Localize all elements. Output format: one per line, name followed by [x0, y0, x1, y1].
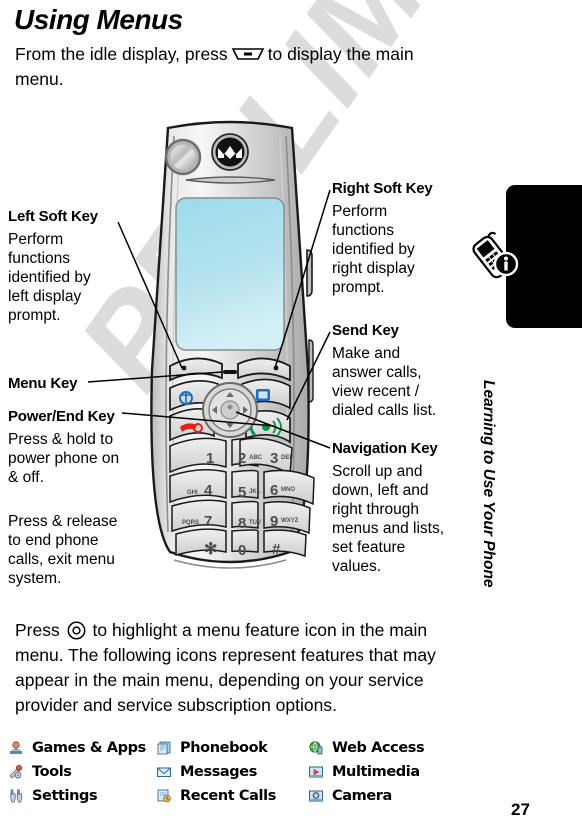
- menu-icon-messages[interactable]: Messages: [156, 760, 308, 784]
- menu-icon-label: Tools: [32, 764, 72, 780]
- callout-heading-menu-key: Menu Key: [8, 375, 78, 392]
- menu-icon-settings[interactable]: Settings: [8, 784, 156, 808]
- games-and-apps-icon: [8, 740, 24, 756]
- callout-body-right-soft-key: Perform functions identified by right di…: [332, 203, 415, 296]
- section-title: Learning to Use Your Phone: [480, 380, 497, 588]
- menu-icon-label: Settings: [32, 788, 98, 804]
- menu-icon-label: Games & Apps: [32, 740, 146, 756]
- callout-body-power-end-key-1: Press & hold to power phone on & off.: [8, 431, 120, 486]
- callout-heading-send-key: Send Key: [332, 322, 399, 339]
- menu-icon-web-access[interactable]: Web Access: [308, 736, 468, 760]
- phone-info-icon: [470, 228, 526, 284]
- intro-text-before: From the idle display, press: [15, 44, 228, 64]
- tools-icon: [8, 764, 24, 780]
- callout-heading-right-soft-key: Right Soft Key: [332, 180, 433, 197]
- menu-icon-games-and-apps[interactable]: Games & Apps: [8, 736, 156, 760]
- callout-body-power-end-key-2: Press & release to end phone calls, exit…: [8, 513, 118, 587]
- menu-icon-tools[interactable]: Tools: [8, 760, 156, 784]
- recent-calls-icon: [156, 788, 172, 804]
- menu-icon-label: Web Access: [332, 740, 425, 756]
- phonebook-icon: [156, 740, 172, 756]
- callout-body-navigation-key: Scroll up and down, left and right throu…: [332, 463, 444, 575]
- press-text-before: Press: [15, 620, 60, 640]
- menu-icon-label: Multimedia: [332, 764, 420, 780]
- page-title: Using Menus: [14, 4, 183, 35]
- press-paragraph: Press to highlight a menu feature icon i…: [15, 618, 465, 718]
- messages-icon: [156, 764, 172, 780]
- menu-icon-multimedia[interactable]: Multimedia: [308, 760, 468, 784]
- menu-icon-label: Recent Calls: [180, 788, 276, 804]
- navigation-key-glyph: [67, 621, 86, 640]
- intro-paragraph: From the idle display, press to display t…: [15, 42, 445, 92]
- callout-body-left-soft-key: Perform functions identified by left dis…: [8, 231, 91, 324]
- multimedia-icon: [308, 764, 324, 780]
- page-number: 27: [511, 800, 530, 819]
- callout-body-send-key: Make and answer calls, view recent / dia…: [332, 345, 437, 419]
- menu-icon-phonebook[interactable]: Phonebook: [156, 736, 308, 760]
- menu-icon-label: Phonebook: [180, 740, 268, 756]
- callout-heading-power-end-key: Power/End Key: [8, 408, 115, 425]
- menu-icon-recent-calls[interactable]: Recent Calls: [156, 784, 308, 808]
- menu-icon-list: Games & Apps Phonebook Web Access Tools: [8, 736, 470, 808]
- menu-icon-label: Camera: [332, 788, 392, 804]
- web-access-icon: [308, 740, 324, 756]
- callout-heading-navigation-key: Navigation Key: [332, 440, 438, 457]
- menu-icon-label: Messages: [180, 764, 257, 780]
- soft-key-glyph: [231, 47, 265, 61]
- manual-page: PRELIMINARY Using Menus From the idle di…: [0, 0, 582, 838]
- callout-heading-left-soft-key: Left Soft Key: [8, 208, 98, 225]
- phone-diagram: 1 2 ABC 3 DEF GHI 4 5 JKL 6 MNO PQRS 7 8 TUV 9W…: [0, 120, 470, 610]
- settings-icon: [8, 788, 24, 804]
- camera-icon: [308, 788, 324, 804]
- menu-icon-camera[interactable]: Camera: [308, 784, 468, 808]
